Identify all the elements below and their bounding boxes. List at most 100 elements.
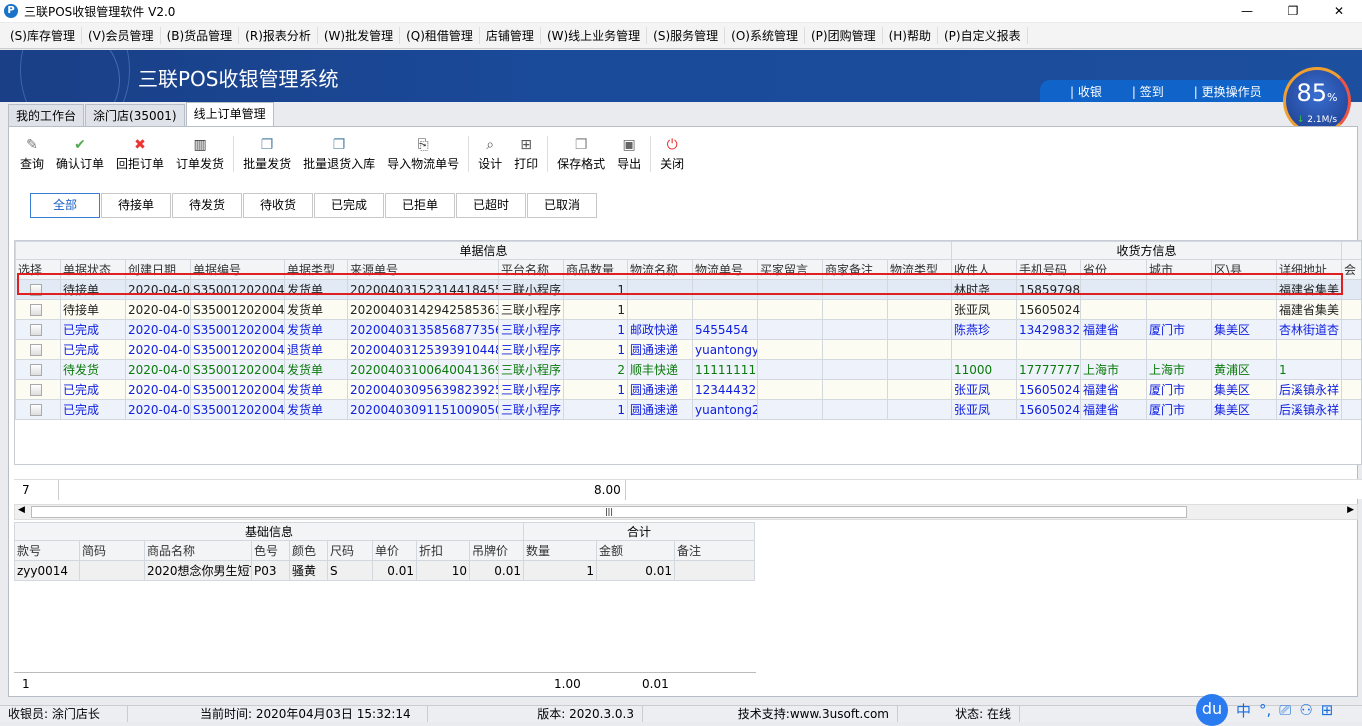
- column-header[interactable]: 单价: [373, 541, 417, 561]
- row-select-cell[interactable]: [16, 320, 61, 340]
- restore-button[interactable]: ❐: [1270, 0, 1316, 22]
- tab-workbench[interactable]: 我的工作台: [8, 104, 84, 126]
- menu-item[interactable]: (S)服务管理: [647, 27, 725, 44]
- filter-button[interactable]: 已取消: [527, 193, 597, 218]
- table-cell: 已完成: [61, 320, 126, 340]
- download-arrow-icon: ↓: [1297, 115, 1305, 125]
- signin-link[interactable]: | 签到: [1132, 83, 1164, 100]
- menu-item[interactable]: (R)报表分析: [239, 27, 318, 44]
- horizontal-scrollbar[interactable]: ◀ ||| ▶: [14, 504, 1358, 520]
- table-row[interactable]: 已完成2020-04-03S35001202004030发货单202004031…: [16, 320, 1362, 340]
- toolbar-button-barcode[interactable]: ▥订单发货: [170, 135, 230, 172]
- toolbar-button-check[interactable]: ✔确认订单: [50, 135, 110, 172]
- column-header[interactable]: 色号: [252, 541, 290, 561]
- import-icon: ⎘: [418, 135, 429, 155]
- row-checkbox[interactable]: [30, 304, 42, 316]
- column-header[interactable]: 款号: [15, 541, 80, 561]
- table-cell: [758, 360, 823, 380]
- menu-item[interactable]: (Q)租借管理: [400, 27, 480, 44]
- column-header[interactable]: 会: [1342, 260, 1362, 280]
- table-row[interactable]: 已完成2020-04-03S35001202004030退货单202004031…: [16, 340, 1362, 360]
- column-header[interactable]: 颜色: [290, 541, 328, 561]
- row-select-cell[interactable]: [16, 300, 61, 320]
- ime-chinese-mode[interactable]: 中: [1236, 700, 1251, 721]
- filter-button[interactable]: 全部: [30, 193, 100, 218]
- menu-item[interactable]: 店铺管理: [480, 27, 541, 44]
- menu-item[interactable]: (B)货品管理: [161, 27, 240, 44]
- toolbar-button-export[interactable]: ▣导出: [611, 135, 647, 172]
- menu-item[interactable]: (S)库存管理: [4, 27, 82, 44]
- change-operator-link[interactable]: | 更换操作员: [1194, 83, 1262, 100]
- table-cell: 2020-04-03: [126, 380, 191, 400]
- filter-button[interactable]: 待接单: [101, 193, 171, 218]
- minimize-button[interactable]: —: [1224, 0, 1270, 22]
- row-checkbox[interactable]: [30, 364, 42, 376]
- column-header[interactable]: 吊牌价: [470, 541, 524, 561]
- cashier-link[interactable]: | 收银: [1070, 83, 1102, 100]
- tab-online-orders[interactable]: 线上订单管理: [186, 102, 274, 126]
- ime-user-icon[interactable]: ⚇: [1299, 701, 1312, 719]
- toolbar-button-reject[interactable]: ✖回拒订单: [110, 135, 170, 172]
- table-cell: 5455454: [693, 320, 758, 340]
- toolbar-button-search[interactable]: ✎查询: [14, 135, 50, 172]
- table-row[interactable]: zyy00142020想念你男生短TP03骚黄S0.01100.0110.01: [15, 561, 755, 581]
- menu-item[interactable]: (W)批发管理: [318, 27, 400, 44]
- table-cell: 20200403095639823925991​3: [348, 380, 499, 400]
- toolbar-button-save-format[interactable]: ❐保存格式: [551, 135, 611, 172]
- toolbar-button-batch-return[interactable]: ❐批量退货入库: [297, 135, 381, 172]
- status-cashier: 收银员: 涂门店长: [0, 706, 128, 722]
- table-cell: S35001202004030: [191, 340, 285, 360]
- menu-item[interactable]: (P)自定义报表: [938, 27, 1028, 44]
- row-select-cell[interactable]: [16, 360, 61, 380]
- menu-item[interactable]: (V)会员管理: [82, 27, 161, 44]
- ime-menu-icon[interactable]: ⊞: [1321, 701, 1334, 719]
- table-row[interactable]: 待发货2020-04-03S35001202004030发货单202004031…: [16, 360, 1362, 380]
- scrollbar-thumb[interactable]: |||: [31, 506, 1187, 518]
- filter-button[interactable]: 已完成: [314, 193, 384, 218]
- column-header[interactable]: 折扣: [417, 541, 470, 561]
- column-header[interactable]: 简码: [80, 541, 145, 561]
- toolbar-button-batch[interactable]: ❐批量发货: [237, 135, 297, 172]
- row-select-cell[interactable]: [16, 340, 61, 360]
- close-icon: ⏻: [667, 135, 678, 155]
- ime-punctuation-icon[interactable]: °,: [1259, 701, 1271, 719]
- column-header[interactable]: 尺码: [328, 541, 373, 561]
- baidu-ime-icon[interactable]: du: [1196, 694, 1228, 726]
- column-header[interactable]: 数量: [524, 541, 597, 561]
- scroll-right-icon[interactable]: ▶: [1347, 505, 1354, 515]
- filter-button[interactable]: 已超时: [456, 193, 526, 218]
- row-select-cell[interactable]: [16, 380, 61, 400]
- table-cell: 福建省: [1081, 380, 1147, 400]
- row-select-cell[interactable]: [16, 400, 61, 420]
- tab-store[interactable]: 涂门店(35001): [85, 104, 185, 126]
- menu-item[interactable]: (W)线上业务管理: [541, 27, 647, 44]
- scroll-left-icon[interactable]: ◀: [18, 505, 25, 515]
- table-row[interactable]: 已完成2020-04-03S35001202004030发货单202004030…: [16, 380, 1362, 400]
- toolbar-button-design[interactable]: ⌕设计: [472, 135, 508, 172]
- row-checkbox[interactable]: [30, 404, 42, 416]
- toolbar-button-import[interactable]: ⎘导入物流单号: [381, 135, 465, 172]
- menu-item[interactable]: (P)团购管理: [805, 27, 883, 44]
- table-row[interactable]: 待接单2020-04-03S35001202004030发货单202004031…: [16, 300, 1362, 320]
- filter-button[interactable]: 待发货: [172, 193, 242, 218]
- row-checkbox[interactable]: [30, 344, 42, 356]
- filter-button[interactable]: 待收货: [243, 193, 313, 218]
- row-checkbox[interactable]: [30, 384, 42, 396]
- filter-button[interactable]: 已拒单: [385, 193, 455, 218]
- toolbar-button-label: 关闭: [660, 155, 684, 172]
- column-header[interactable]: 金额: [597, 541, 675, 561]
- row-checkbox[interactable]: [30, 324, 42, 336]
- menu-item[interactable]: (O)系统管理: [725, 27, 805, 44]
- table-cell: 杏林街道杏: [1277, 320, 1342, 340]
- menu-item[interactable]: (H)帮助: [883, 27, 938, 44]
- table-cell: [952, 340, 1017, 360]
- close-window-button[interactable]: ✕: [1316, 0, 1362, 22]
- column-header[interactable]: 备注: [675, 541, 755, 561]
- toolbar-button-close[interactable]: ⏻关闭: [654, 135, 690, 172]
- network-gauge[interactable]: 85% ↓ 2.1M/s: [1283, 67, 1351, 135]
- table-row[interactable]: 已完成2020-04-03S35001202004030发货单202004030…: [16, 400, 1362, 420]
- ime-keyboard-icon[interactable]: ⎚: [1279, 701, 1291, 719]
- table-cell: 圆通速递: [628, 400, 693, 420]
- column-header[interactable]: 商品名称: [145, 541, 252, 561]
- toolbar-button-print[interactable]: ⊞打印: [508, 135, 544, 172]
